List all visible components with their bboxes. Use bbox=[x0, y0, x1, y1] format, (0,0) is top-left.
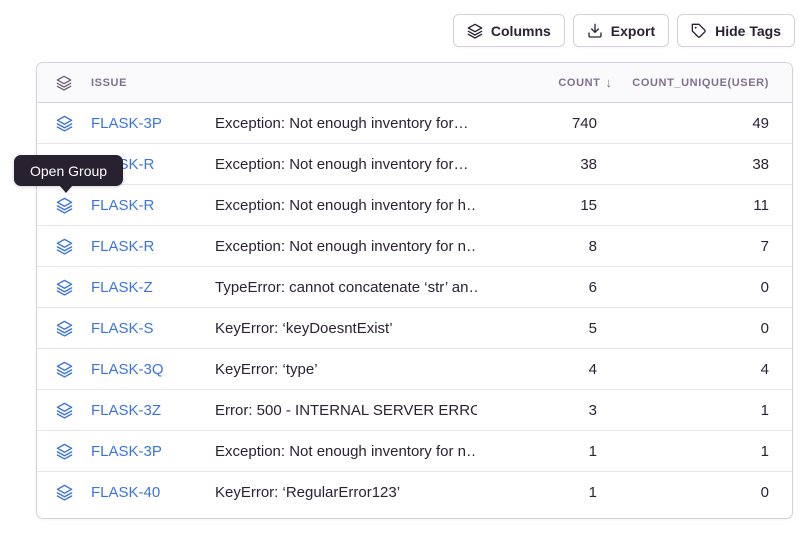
issue-title: KeyError: ‘RegularError123’ bbox=[215, 484, 477, 501]
count-unique-value: 38 bbox=[597, 156, 769, 173]
columns-button[interactable]: Columns bbox=[453, 14, 565, 47]
open-group-stack-icon[interactable] bbox=[37, 402, 91, 419]
count-unique-value: 7 bbox=[597, 238, 769, 255]
count-unique-value: 0 bbox=[597, 484, 769, 501]
table-row: FLASK-3Z Error: 500 - INTERNAL SERVER ER… bbox=[37, 390, 792, 431]
count-value: 38 bbox=[477, 156, 597, 173]
count-header-label: COUNT bbox=[558, 77, 600, 89]
open-group-stack-icon[interactable] bbox=[37, 361, 91, 378]
table-row: FLASK-40 KeyError: ‘RegularError123’ 1 0 bbox=[37, 472, 792, 513]
open-group-stack-icon[interactable] bbox=[37, 238, 91, 255]
count-value: 1 bbox=[477, 484, 597, 501]
issue-link[interactable]: FLASK-3P bbox=[91, 443, 215, 460]
download-icon bbox=[587, 23, 603, 39]
columns-button-label: Columns bbox=[491, 23, 551, 39]
table-toolbar: Columns Export Hide Tags bbox=[453, 14, 795, 47]
issue-title: TypeError: cannot concatenate ‘str’ an… bbox=[215, 279, 477, 296]
count-value: 5 bbox=[477, 320, 597, 337]
count-unique-value: 1 bbox=[597, 402, 769, 419]
count-value: 15 bbox=[477, 197, 597, 214]
column-header-count-unique-user[interactable]: COUNT_UNIQUE(USER) bbox=[597, 77, 769, 89]
export-button[interactable]: Export bbox=[573, 14, 669, 47]
count-value: 3 bbox=[477, 402, 597, 419]
table-row: FLASK-3Q KeyError: ‘type’ 4 4 bbox=[37, 349, 792, 390]
issue-link[interactable]: FLASK-R bbox=[91, 197, 215, 214]
count-unique-value: 0 bbox=[597, 279, 769, 296]
column-header-issue[interactable]: ISSUE bbox=[91, 77, 215, 89]
count-unique-value: 11 bbox=[597, 197, 769, 214]
issue-title: Exception: Not enough inventory for n… bbox=[215, 443, 477, 460]
issue-link[interactable]: FLASK-3Q bbox=[91, 361, 215, 378]
table-row: FLASK-R Exception: Not enough inventory … bbox=[37, 144, 792, 185]
hide-tags-button[interactable]: Hide Tags bbox=[677, 14, 795, 47]
count-unique-value: 0 bbox=[597, 320, 769, 337]
open-group-stack-icon[interactable] bbox=[37, 115, 91, 132]
count-value: 1 bbox=[477, 443, 597, 460]
issue-link[interactable]: FLASK-40 bbox=[91, 484, 215, 501]
table-row: FLASK-Z TypeError: cannot concatenate ‘s… bbox=[37, 267, 792, 308]
export-button-label: Export bbox=[611, 23, 655, 39]
count-value: 740 bbox=[477, 115, 597, 132]
table-body: FLASK-3P Exception: Not enough inventory… bbox=[37, 103, 792, 513]
stack-icon bbox=[37, 75, 91, 91]
count-value: 4 bbox=[477, 361, 597, 378]
issue-link[interactable]: FLASK-R bbox=[91, 238, 215, 255]
issue-title: KeyError: ‘type’ bbox=[215, 361, 477, 378]
stack-icon bbox=[467, 23, 483, 39]
table-row: FLASK-S KeyError: ‘keyDoesntExist’ 5 0 bbox=[37, 308, 792, 349]
results-table: ISSUE COUNT ↓ COUNT_UNIQUE(USER) FLASK-3… bbox=[36, 62, 793, 519]
tag-icon bbox=[691, 23, 707, 39]
table-header-row: ISSUE COUNT ↓ COUNT_UNIQUE(USER) bbox=[37, 63, 792, 103]
issue-title: Error: 500 - INTERNAL SERVER ERROR bbox=[215, 402, 477, 419]
table-row: FLASK-R Exception: Not enough inventory … bbox=[37, 226, 792, 267]
issue-title: Exception: Not enough inventory for… bbox=[215, 156, 477, 173]
table-row: FLASK-3P Exception: Not enough inventory… bbox=[37, 103, 792, 144]
issue-title: KeyError: ‘keyDoesntExist’ bbox=[215, 320, 477, 337]
issue-link[interactable]: FLASK-S bbox=[91, 320, 215, 337]
table-row: FLASK-3P Exception: Not enough inventory… bbox=[37, 431, 792, 472]
count-unique-value: 4 bbox=[597, 361, 769, 378]
open-group-stack-icon[interactable] bbox=[37, 443, 91, 460]
issue-link[interactable]: FLASK-3Z bbox=[91, 402, 215, 419]
issue-link[interactable]: FLASK-3P bbox=[91, 115, 215, 132]
count-value: 6 bbox=[477, 279, 597, 296]
hide-tags-button-label: Hide Tags bbox=[715, 23, 781, 39]
open-group-stack-icon[interactable] bbox=[37, 279, 91, 296]
open-group-tooltip-label: Open Group bbox=[30, 163, 107, 179]
open-group-stack-icon[interactable] bbox=[37, 320, 91, 337]
open-group-stack-icon[interactable] bbox=[37, 484, 91, 501]
issue-title: Exception: Not enough inventory for n… bbox=[215, 238, 477, 255]
issue-title: Exception: Not enough inventory for… bbox=[215, 115, 477, 132]
issue-link[interactable]: FLASK-Z bbox=[91, 279, 215, 296]
count-unique-value: 1 bbox=[597, 443, 769, 460]
count-value: 8 bbox=[477, 238, 597, 255]
column-header-count[interactable]: COUNT ↓ bbox=[477, 75, 597, 90]
open-group-tooltip: Open Group bbox=[14, 155, 123, 186]
table-row: FLASK-R Exception: Not enough inventory … bbox=[37, 185, 792, 226]
count-unique-value: 49 bbox=[597, 115, 769, 132]
issue-title: Exception: Not enough inventory for h… bbox=[215, 197, 477, 214]
